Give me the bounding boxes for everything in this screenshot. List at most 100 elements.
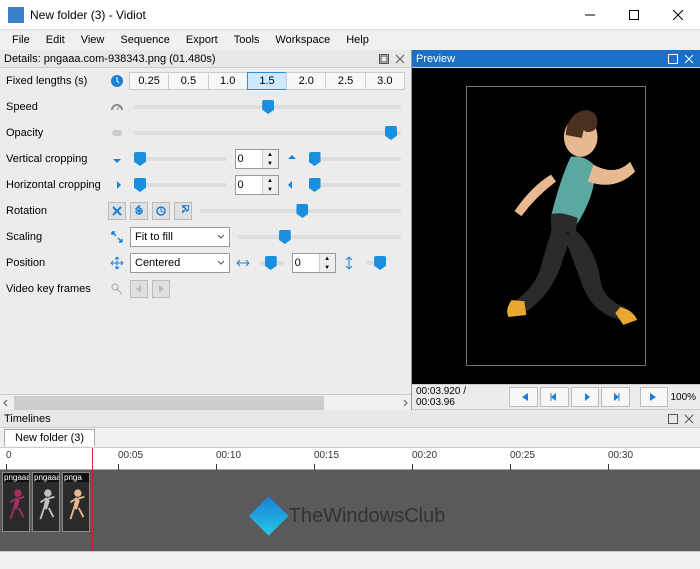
timeline-clip[interactable]: pngaaa bbox=[2, 472, 30, 532]
goto-end-button[interactable] bbox=[640, 387, 669, 407]
spin-down[interactable]: ▼ bbox=[262, 159, 278, 168]
rotation-reset-button[interactable] bbox=[108, 202, 126, 220]
length-tab-4[interactable]: 2.0 bbox=[286, 72, 326, 90]
key-icon[interactable] bbox=[108, 280, 126, 298]
left-arrow-icon[interactable] bbox=[283, 176, 301, 194]
opacity-icon bbox=[108, 124, 126, 142]
spin-down[interactable]: ▼ bbox=[319, 263, 335, 272]
length-tab-2[interactable]: 1.0 bbox=[208, 72, 248, 90]
scroll-thumb[interactable] bbox=[14, 396, 324, 410]
position-row: Position Centered ▲▼ bbox=[6, 252, 405, 274]
clock-icon bbox=[108, 72, 126, 90]
rotate-cw-button[interactable] bbox=[174, 202, 192, 220]
watermark-logo bbox=[249, 496, 289, 536]
play-button[interactable] bbox=[571, 387, 600, 407]
panel-close-icon[interactable] bbox=[682, 412, 696, 426]
hcrop-row: Horizontal cropping ▲▼ bbox=[6, 174, 405, 196]
down-arrow-icon[interactable] bbox=[108, 150, 126, 168]
position-y-slider[interactable] bbox=[366, 261, 384, 265]
goto-start-button[interactable] bbox=[509, 387, 538, 407]
runner-image bbox=[467, 87, 645, 365]
timeline-clip[interactable]: pnga bbox=[62, 472, 90, 532]
keyframe-next-button[interactable] bbox=[152, 280, 170, 298]
length-tab-3[interactable]: 1.5 bbox=[247, 72, 287, 90]
close-button[interactable] bbox=[656, 0, 700, 30]
hcrop-left-slider[interactable] bbox=[134, 183, 227, 187]
vcrop-input[interactable] bbox=[236, 153, 262, 165]
right-arrow-icon[interactable] bbox=[108, 176, 126, 194]
window-title: New folder (3) - Vidiot bbox=[30, 8, 568, 22]
hcrop-spinner[interactable]: ▲▼ bbox=[235, 175, 279, 195]
panel-close-icon[interactable] bbox=[393, 52, 407, 66]
rotate-ccw-button[interactable] bbox=[130, 202, 148, 220]
hcrop-input[interactable] bbox=[236, 179, 262, 191]
length-tab-1[interactable]: 0.5 bbox=[168, 72, 208, 90]
position-y-spinner[interactable]: ▲▼ bbox=[292, 253, 336, 273]
menubar: File Edit View Sequence Export Tools Wor… bbox=[0, 30, 700, 50]
panel-expand-icon[interactable] bbox=[666, 412, 680, 426]
vcrop-top-slider[interactable] bbox=[134, 157, 227, 161]
rotation-row: Rotation bbox=[6, 200, 405, 222]
rotation-slider[interactable] bbox=[200, 209, 401, 213]
timeline-clip[interactable]: pngaaa bbox=[32, 472, 60, 532]
keyframe-prev-button[interactable] bbox=[130, 280, 148, 298]
maximize-button[interactable] bbox=[612, 0, 656, 30]
timelines-header-title: Timelines bbox=[4, 413, 664, 425]
watermark: TheWindowsClub bbox=[255, 502, 446, 530]
timeline-ruler[interactable]: 000:0500:1000:1500:2000:2500:30 bbox=[0, 448, 700, 470]
h-move-icon[interactable] bbox=[234, 254, 252, 272]
speed-row: Speed bbox=[6, 96, 405, 118]
timeline-footer bbox=[0, 551, 700, 569]
scaling-combo[interactable]: Fit to fill bbox=[130, 227, 230, 247]
menu-edit[interactable]: Edit bbox=[38, 32, 73, 48]
vcrop-bottom-slider[interactable] bbox=[309, 157, 402, 161]
menu-export[interactable]: Export bbox=[178, 32, 226, 48]
menu-workspace[interactable]: Workspace bbox=[267, 32, 338, 48]
step-back-button[interactable] bbox=[540, 387, 569, 407]
minimize-button[interactable] bbox=[568, 0, 612, 30]
panel-expand-icon[interactable] bbox=[377, 52, 391, 66]
spin-down[interactable]: ▼ bbox=[262, 185, 278, 194]
menu-help[interactable]: Help bbox=[338, 32, 377, 48]
position-x-slider[interactable] bbox=[260, 261, 284, 265]
watermark-text: TheWindowsClub bbox=[289, 505, 446, 528]
details-hscroll[interactable] bbox=[0, 394, 411, 410]
ruler-tick: 00:25 bbox=[510, 450, 535, 461]
length-tab-5[interactable]: 2.5 bbox=[325, 72, 365, 90]
position-combo[interactable]: Centered bbox=[130, 253, 230, 273]
vcrop-row: Vertical cropping ▲▼ bbox=[6, 148, 405, 170]
menu-file[interactable]: File bbox=[4, 32, 38, 48]
playhead[interactable] bbox=[92, 470, 93, 551]
position-y-input[interactable] bbox=[293, 257, 319, 269]
clip-label: pngaaa bbox=[3, 473, 29, 482]
preview-zoom: 100% bbox=[670, 392, 696, 403]
rotation-label: Rotation bbox=[6, 205, 104, 217]
timelines-header: Timelines bbox=[0, 410, 700, 428]
spin-up[interactable]: ▲ bbox=[262, 176, 278, 185]
playhead-marker[interactable] bbox=[92, 448, 93, 470]
panel-expand-icon[interactable] bbox=[666, 52, 680, 66]
details-header: Details: pngaaa.com-938343.png (01.480s) bbox=[0, 50, 411, 68]
spin-up[interactable]: ▲ bbox=[262, 150, 278, 159]
menu-tools[interactable]: Tools bbox=[226, 32, 268, 48]
menu-view[interactable]: View bbox=[73, 32, 113, 48]
keyframes-label: Video key frames bbox=[6, 283, 104, 295]
vcrop-spinner[interactable]: ▲▼ bbox=[235, 149, 279, 169]
opacity-slider[interactable] bbox=[134, 131, 401, 135]
hcrop-right-slider[interactable] bbox=[309, 183, 402, 187]
step-forward-button[interactable] bbox=[601, 387, 630, 407]
menu-sequence[interactable]: Sequence bbox=[112, 32, 178, 48]
timeline-tab-0[interactable]: New folder (3) bbox=[4, 429, 95, 446]
speed-slider[interactable] bbox=[134, 105, 401, 109]
rotate-180-button[interactable] bbox=[152, 202, 170, 220]
length-tab-6[interactable]: 3.0 bbox=[365, 72, 405, 90]
hcrop-label: Horizontal cropping bbox=[6, 179, 104, 191]
length-tab-0[interactable]: 0.25 bbox=[129, 72, 169, 90]
v-move-icon[interactable] bbox=[340, 254, 358, 272]
track-area[interactable]: TheWindowsClub pngaaapngaaapnga bbox=[0, 470, 700, 551]
up-arrow-icon[interactable] bbox=[283, 150, 301, 168]
spin-up[interactable]: ▲ bbox=[319, 254, 335, 263]
move-icon bbox=[108, 254, 126, 272]
panel-close-icon[interactable] bbox=[682, 52, 696, 66]
scaling-slider[interactable] bbox=[238, 235, 401, 239]
